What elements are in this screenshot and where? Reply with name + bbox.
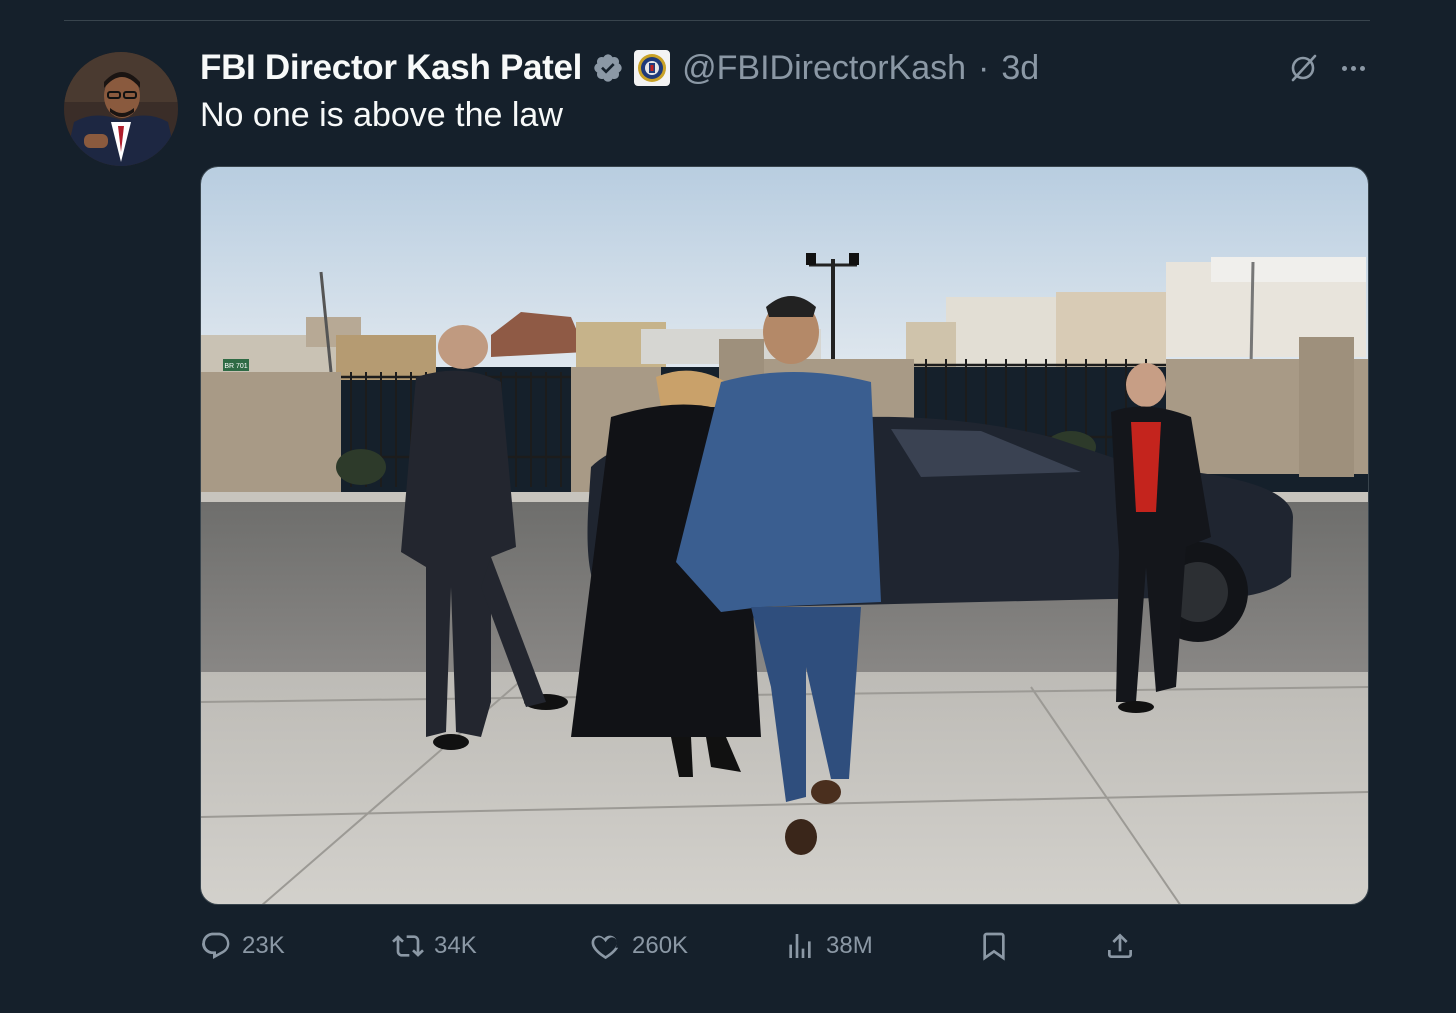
arrest-scene-photo: BR 701 bbox=[201, 167, 1368, 904]
like-count: 260K bbox=[632, 932, 689, 959]
repost-count: 34K bbox=[434, 932, 477, 959]
verified-badge-icon bbox=[594, 54, 622, 82]
action-bar: 23K 34K 260K 38M bbox=[200, 926, 1350, 966]
repost-icon bbox=[392, 935, 424, 957]
share-icon bbox=[1108, 933, 1132, 958]
more-dot bbox=[1359, 65, 1365, 71]
views-icon bbox=[789, 934, 811, 958]
bookmark-icon bbox=[983, 932, 1005, 961]
like-button[interactable]: 260K bbox=[590, 926, 688, 966]
view-count: 38M bbox=[826, 932, 873, 959]
reply-button[interactable]: 23K bbox=[200, 926, 285, 966]
heart-icon bbox=[591, 935, 619, 960]
street-sign: BR 701 bbox=[224, 363, 247, 370]
separator-dot: · bbox=[978, 48, 990, 87]
more-dot bbox=[1341, 65, 1347, 71]
bookmark-button[interactable] bbox=[978, 926, 1010, 966]
reply-count: 23K bbox=[242, 932, 285, 959]
more-dot bbox=[1350, 65, 1356, 71]
avatar[interactable] bbox=[64, 52, 178, 166]
timestamp[interactable]: 3d bbox=[1001, 49, 1039, 88]
more-icon[interactable] bbox=[1334, 52, 1372, 84]
views-button[interactable]: 38M bbox=[784, 926, 873, 966]
repost-button[interactable]: 34K bbox=[392, 926, 477, 966]
share-button[interactable] bbox=[1104, 926, 1136, 966]
grok-icon[interactable] bbox=[1287, 52, 1319, 84]
author-name[interactable]: FBI Director Kash Patel bbox=[200, 48, 582, 88]
tweet-header: FBI Director Kash Patel @FBIDirectorKash… bbox=[200, 44, 1039, 92]
tweet-photo[interactable]: BR 701 bbox=[200, 166, 1369, 905]
reply-icon bbox=[202, 932, 230, 959]
author-handle[interactable]: @FBIDirectorKash bbox=[682, 49, 966, 88]
fbi-seal-icon[interactable] bbox=[634, 50, 671, 86]
top-divider bbox=[64, 20, 1370, 21]
tweet-text: No one is above the law bbox=[200, 96, 563, 134]
